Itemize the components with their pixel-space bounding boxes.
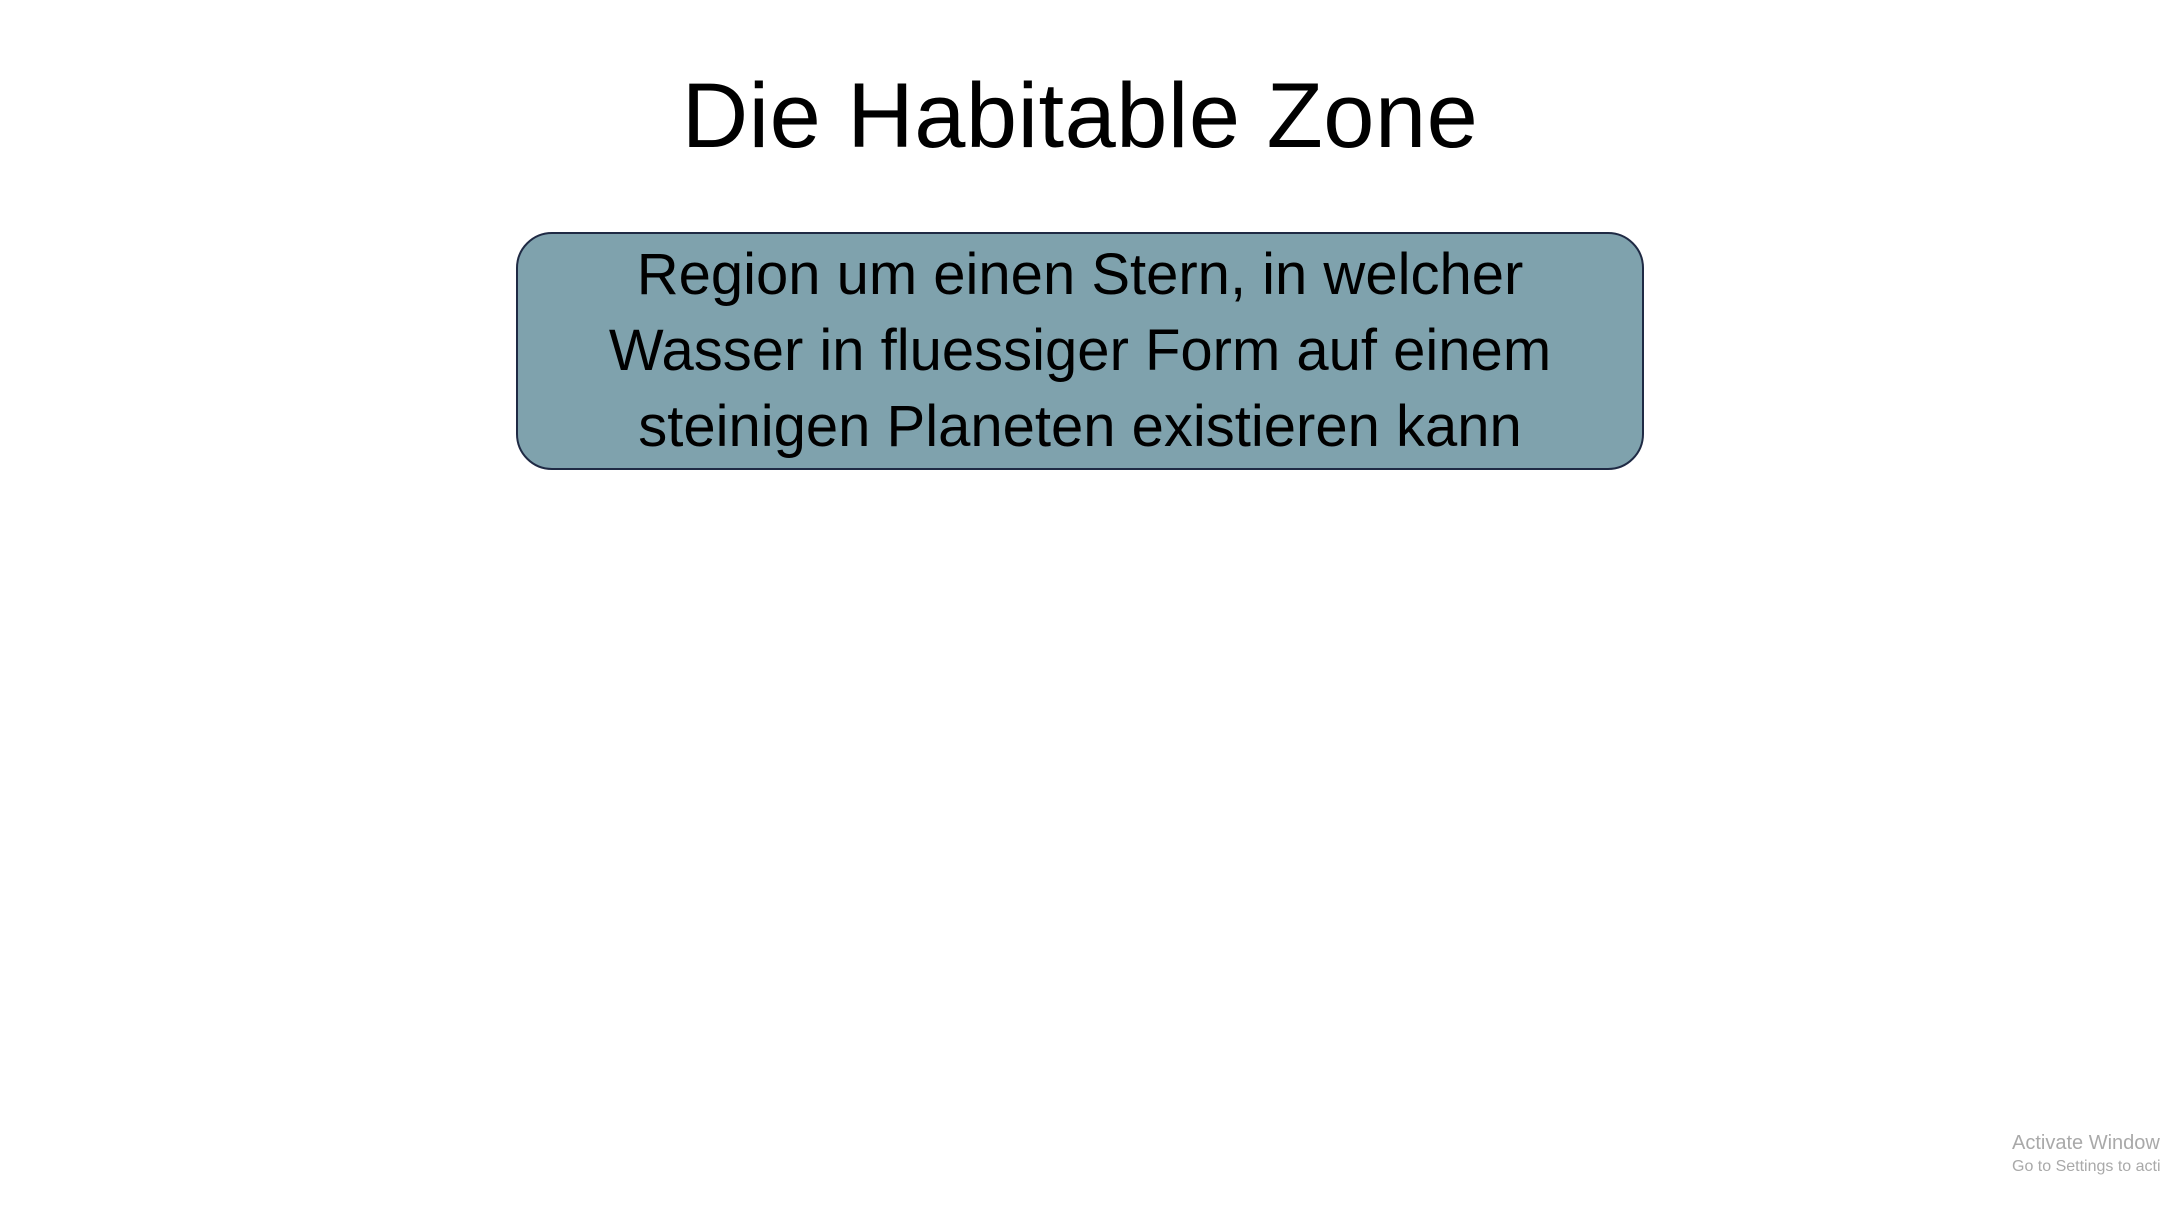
definition-box: Region um einen Stern, in welcher Wasser…	[516, 232, 1644, 470]
activation-watermark: Activate Window Go to Settings to activ	[2012, 1130, 2160, 1178]
activation-subtitle: Go to Settings to activ	[2012, 1158, 2160, 1175]
slide: Die Habitable Zone Region um einen Stern…	[0, 0, 2160, 1215]
definition-text: Region um einen Stern, in welcher Wasser…	[608, 242, 1552, 459]
slide-title: Die Habitable Zone	[681, 65, 1479, 167]
activation-title: Activate Window	[2012, 1132, 2160, 1154]
